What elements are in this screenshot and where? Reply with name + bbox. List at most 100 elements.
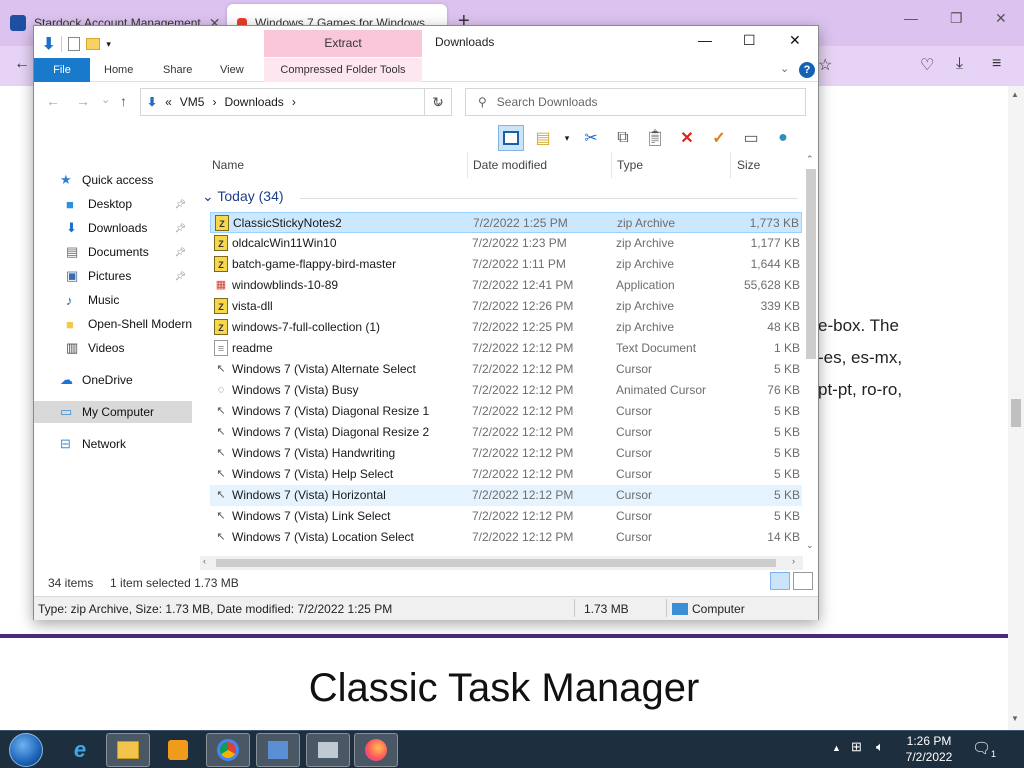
view-dropdown-icon[interactable]: ▾ xyxy=(562,125,572,151)
browser-restore-button[interactable]: ❐ xyxy=(950,10,963,27)
column-separator[interactable] xyxy=(611,152,612,178)
nav-item[interactable]: ▣ Pictures 📌︎ xyxy=(34,265,192,287)
minimize-button[interactable]: — xyxy=(698,32,712,48)
shell-shortcut-icon[interactable]: ● xyxy=(770,125,796,151)
taskbar-explorer-icon[interactable] xyxy=(106,733,150,767)
column-separator[interactable] xyxy=(467,152,468,178)
maximize-button[interactable]: ☐ xyxy=(743,32,756,49)
file-row[interactable]: ↖ Windows 7 (Vista) Alternate Select 7/2/2… xyxy=(210,359,802,380)
nav-item[interactable]: ▥ Videos xyxy=(34,337,192,359)
file-row[interactable]: ↖ Windows 7 (Vista) Link Select 7/2/2022 1… xyxy=(210,506,802,527)
file-row[interactable]: Zwindows-7-full-collection (1) 7/2/2022 1… xyxy=(210,317,802,338)
column-date-modified[interactable]: Date modified xyxy=(473,152,547,178)
group-header-today[interactable]: ⌄ Today (34) xyxy=(202,188,284,205)
new-folder-icon[interactable] xyxy=(86,38,101,50)
copy-icon[interactable]: ⧉ xyxy=(610,125,636,151)
file-list-hscrollbar[interactable]: ‹ › xyxy=(200,556,803,570)
recent-locations-icon[interactable]: ⌄ xyxy=(101,93,110,106)
search-box[interactable]: ⚲ Search Downloads xyxy=(465,88,806,116)
scroll-up-icon[interactable]: ⌃ xyxy=(806,154,814,165)
scroll-down-icon[interactable]: ⌄ xyxy=(806,540,814,551)
close-button[interactable]: ✕ xyxy=(789,32,801,49)
scroll-down-icon[interactable]: ▼ xyxy=(1011,714,1019,723)
notification-icon[interactable]: 🗨︎1 xyxy=(972,739,996,759)
expand-ribbon-chevron-icon[interactable]: ⌄ xyxy=(780,62,789,75)
taskbar-control-panel-icon[interactable] xyxy=(306,733,350,767)
back-icon[interactable]: ← xyxy=(46,93,60,109)
network-icon[interactable]: ⊞ xyxy=(851,739,862,755)
file-row[interactable]: ▦ windowblinds-10-89 7/2/2022 12:41 PM Appl… xyxy=(210,275,802,296)
file-row[interactable]: ◌ Windows 7 (Vista) Busy 7/2/2022 12:12 PM… xyxy=(210,380,802,401)
large-icons-view-icon[interactable] xyxy=(793,572,813,590)
preview-pane-icon[interactable] xyxy=(498,125,524,151)
clock[interactable]: 1:26 PM 7/2/2022 xyxy=(895,733,963,765)
help-icon[interactable]: ? xyxy=(799,62,815,78)
browser-close-button[interactable]: ✕ xyxy=(995,10,1007,27)
pocket-icon[interactable]: ♡ xyxy=(920,55,934,75)
file-row[interactable]: ↖ Windows 7 (Vista) Diagonal Resize 1 7/2/… xyxy=(210,401,802,422)
bookmark-star-icon[interactable]: ☆ xyxy=(818,55,832,75)
nav-item[interactable]: ■ Desktop 📌︎ xyxy=(34,193,192,215)
column-size[interactable]: Size xyxy=(737,152,760,178)
nav-item[interactable]: ▭ My Computer xyxy=(34,401,192,423)
back-arrow-icon[interactable]: ← xyxy=(14,55,30,73)
details-view-icon[interactable] xyxy=(770,572,790,590)
tab-file[interactable]: File xyxy=(34,58,90,82)
nav-item[interactable]: ♪ Music xyxy=(34,289,192,311)
nav-item[interactable]: ★ Quick access xyxy=(34,169,192,191)
scroll-right-icon[interactable]: › xyxy=(792,556,795,566)
breadcrumb-downloads[interactable]: Downloads xyxy=(224,95,283,109)
nav-item[interactable]: ☁ OneDrive xyxy=(34,369,192,391)
file-row[interactable]: ↖ Windows 7 (Vista) Location Select 7/2/20… xyxy=(210,527,802,548)
delete-icon[interactable]: ✕ xyxy=(674,125,700,151)
paste-icon[interactable]: 📋︎ xyxy=(642,125,668,151)
nav-item[interactable]: ⊟ Network xyxy=(34,433,192,455)
column-type[interactable]: Type xyxy=(617,152,643,178)
breadcrumb-vm5[interactable]: VM5 xyxy=(180,95,205,109)
file-list-scrollbar[interactable]: ⌃ ⌄ xyxy=(804,152,818,552)
column-separator[interactable] xyxy=(730,152,731,178)
volume-icon[interactable]: 🔈︎ xyxy=(876,739,884,755)
taskbar-media-player-icon[interactable] xyxy=(156,733,200,767)
cut-icon[interactable]: ✂ xyxy=(578,125,604,151)
column-name[interactable]: Name xyxy=(212,152,244,178)
file-row[interactable]: Zbatch-game-flappy-bird-master 7/2/2022 1… xyxy=(210,254,802,275)
breadcrumb-sep[interactable]: › xyxy=(292,95,296,109)
rename-icon[interactable]: ▭ xyxy=(738,125,764,151)
extract-context-tab[interactable]: Extract xyxy=(264,30,422,57)
address-bar[interactable]: ⬇ « VM5 › Downloads › ⌄ xyxy=(140,88,452,116)
file-row[interactable]: ZoldcalcWin11Win10 7/2/2022 1:23 PM zip Ar… xyxy=(210,233,802,254)
properties-icon[interactable] xyxy=(68,37,81,51)
page-scrollbar[interactable]: ▲ ▼ xyxy=(1008,86,1024,730)
tab-view[interactable]: View xyxy=(210,58,254,82)
up-icon[interactable]: ↑ xyxy=(120,93,127,109)
taskbar-firefox-icon[interactable] xyxy=(354,733,398,767)
downloads-arrow-icon[interactable]: ⤓ xyxy=(956,55,963,73)
show-hidden-icons-icon[interactable]: ▲ xyxy=(832,743,841,753)
nav-item[interactable]: ■ Open-Shell Modern xyxy=(34,313,192,335)
taskbar-app-icon[interactable] xyxy=(256,733,300,767)
forward-icon[interactable]: → xyxy=(76,93,90,109)
scroll-left-icon[interactable]: ‹ xyxy=(203,556,206,566)
file-list-hscroll-thumb[interactable] xyxy=(216,559,776,567)
taskbar-internet-explorer-icon[interactable]: e xyxy=(58,733,102,767)
refresh-button[interactable]: ↻ xyxy=(424,88,452,116)
breadcrumb-sep[interactable]: › xyxy=(212,95,216,109)
tab-home[interactable]: Home xyxy=(94,58,143,82)
file-row[interactable]: Zvista-dll 7/2/2022 12:26 PM zip Archive 33… xyxy=(210,296,802,317)
customize-qat-icon[interactable]: ▾ xyxy=(106,39,111,50)
down-arrow-icon[interactable]: ⬇ xyxy=(42,34,55,54)
taskbar-chrome-icon[interactable] xyxy=(206,733,250,767)
browser-minimize-button[interactable]: — xyxy=(904,10,918,26)
tab-compressed-folder-tools[interactable]: Compressed Folder Tools xyxy=(264,58,422,82)
view-options-icon[interactable]: ▤ xyxy=(530,125,556,151)
file-row[interactable]: Z ClassicStickyNotes2 7/2/2022 1:25 PM zip … xyxy=(210,212,802,233)
nav-item[interactable]: ⬇ Downloads 📌︎ xyxy=(34,217,192,239)
tab-share[interactable]: Share xyxy=(153,58,202,82)
scroll-up-icon[interactable]: ▲ xyxy=(1011,90,1019,99)
file-row[interactable]: ↖ Windows 7 (Vista) Diagonal Resize 2 7/2/… xyxy=(210,422,802,443)
start-button[interactable] xyxy=(9,733,43,767)
nav-item[interactable]: ▤ Documents 📌︎ xyxy=(34,241,192,263)
breadcrumb-overflow[interactable]: « xyxy=(165,95,172,109)
file-row[interactable]: ≡ readme 7/2/2022 12:12 PM Text Document 1 K… xyxy=(210,338,802,359)
